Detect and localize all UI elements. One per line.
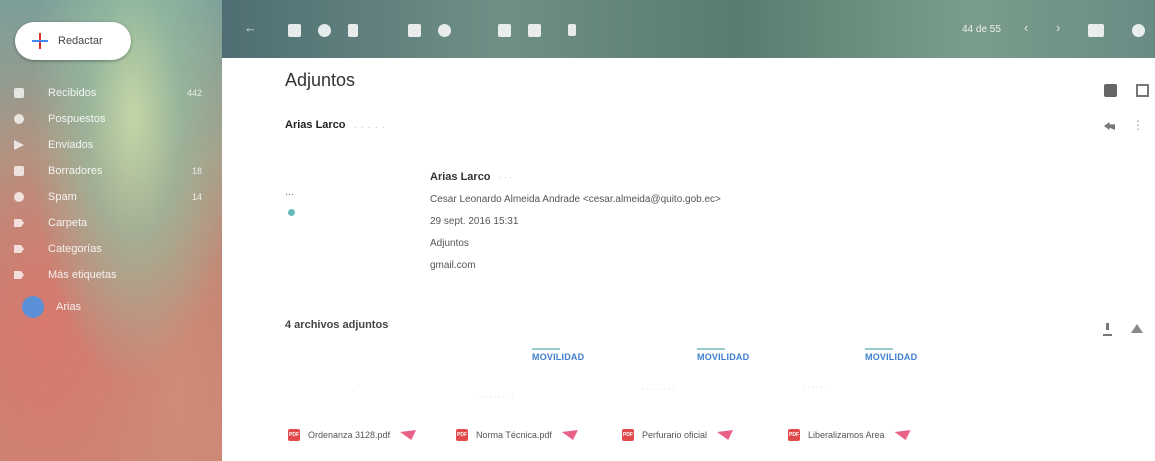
reply-icon[interactable] [1104,122,1115,130]
account-item[interactable]: Arias [0,294,222,320]
unread-count: 442 [186,88,202,98]
sidebar-item-label: Categorías [48,243,102,255]
input-tools-icon[interactable] [1088,24,1104,37]
sidebar: Redactar Recibidos 442 Pospuestos Enviad… [0,0,222,461]
delete-icon[interactable] [348,24,358,37]
open-new-window-icon[interactable] [1136,84,1149,97]
forwarded-sender: Arias Larco [430,171,491,183]
attachment-file[interactable]: PDF Ordenanza 3128.pdf [288,424,417,446]
sidebar-item-label: Pospuestos [48,113,106,125]
clock-icon [14,114,24,124]
forwarded-subject: Adjuntos [430,238,469,249]
drafts-count: 18 [191,166,202,176]
report-spam-icon[interactable] [318,24,331,37]
avatar [22,296,44,318]
snooze-icon[interactable] [438,24,451,37]
sidebar-item-label: Carpeta [48,217,88,229]
pdf-icon: PDF [456,429,468,441]
save-to-drive-icon[interactable] [1131,324,1143,333]
forwarded-sender-meta: · · · [499,173,512,182]
tag-icon [14,245,24,253]
sender-name[interactable]: Arias Larco [285,119,346,131]
sidebar-item-spam[interactable]: Spam 14 [0,184,222,210]
thumb-caption: · · · · · · · · [642,386,675,393]
download-all-icon[interactable] [1103,323,1112,336]
attachment-thumbnail[interactable]: MOVILIDAD · · · · · · · · · [452,338,612,433]
file-corner-icon [561,430,578,440]
sidebar-item-categories[interactable]: Categorías [0,236,222,262]
add-task-icon[interactable] [498,24,511,37]
forwarded-date: 29 sept. 2016 15:31 [430,216,519,227]
sidebar-item-more[interactable]: Más etiquetas [0,262,222,288]
attachment-thumbnail[interactable]: MOVILIDAD · · · · · · · · [622,338,782,433]
sidebar-item-inbox[interactable]: Recibidos 442 [0,80,222,106]
newer-icon[interactable]: ‹ [1024,20,1028,35]
attachment-thumbnail[interactable]: MOVILIDAD · · · · · · [787,338,947,433]
pdf-icon: PDF [288,429,300,441]
thumb-caption: · · · · · · [803,384,827,391]
print-icon[interactable] [1104,84,1117,97]
email-subject: Adjuntos [285,70,356,90]
plus-icon [32,33,48,49]
thumb-caption: · [357,382,360,389]
attachments-count: 4 archivos adjuntos [285,319,389,331]
send-icon [14,140,24,150]
sidebar-item-label: Spam [48,191,77,203]
attachment-file[interactable]: PDF Liberalizamos Area [788,424,911,446]
sidebar-item-label: Más etiquetas [48,269,117,281]
spam-count: 14 [191,192,202,202]
thumb-brand: MOVILIDAD [697,348,750,362]
compose-button[interactable]: Redactar [15,22,131,60]
file-corner-icon [400,430,417,440]
show-trimmed-content[interactable]: ... [285,186,294,198]
thumb-brand: MOVILIDAD [865,348,918,362]
compose-label: Redactar [58,35,103,47]
inbox-icon [14,88,24,98]
sidebar-item-folder[interactable]: Carpeta [0,210,222,236]
file-name: Liberalizamos Area [808,430,885,440]
file-name: Norma Técnica.pdf [476,430,552,440]
draft-icon [14,166,24,176]
tag-icon [14,271,24,279]
thumb-brand: MOVILIDAD [532,348,585,362]
attachment-thumbnail[interactable]: · [285,338,445,433]
attachment-file[interactable]: PDF Perfurario oficial [622,424,734,446]
forwarded-message: Arias Larco · · · Cesar Leonardo Almeida… [430,166,721,277]
pdf-icon: PDF [622,429,634,441]
nav-list: Recibidos 442 Pospuestos Enviados Borrad… [0,80,222,320]
sender-meta: . . . . . [354,120,386,130]
pdf-icon: PDF [788,429,800,441]
thumb-caption: · · · · · · · · · [477,394,514,401]
forwarded-to: Cesar Leonardo Almeida Andrade <cesar.al… [430,194,721,205]
more-options-icon[interactable] [568,24,576,36]
sidebar-item-sent[interactable]: Enviados [0,132,222,158]
sidebar-item-drafts[interactable]: Borradores 18 [0,158,222,184]
back-icon[interactable]: ← [244,20,257,35]
tag-icon [14,219,24,227]
pager-text: 44 de 55 [962,24,1001,35]
sidebar-item-label: Borradores [48,165,103,177]
spam-icon [14,192,24,202]
gear-icon[interactable] [1132,24,1145,37]
sidebar-item-label: Enviados [48,139,94,151]
toolbar: ← 44 de 55 ‹ › [222,0,1155,58]
move-to-icon[interactable] [528,24,541,37]
message-view: Adjuntos Arias Larco . . . . . ⋮ ... Ari… [222,58,1155,461]
forwarded-extra: gmail.com [430,260,476,271]
file-name: Ordenanza 3128.pdf [308,430,391,440]
file-corner-icon [894,430,911,440]
older-icon[interactable]: › [1056,20,1060,35]
attachment-file[interactable]: PDF Norma Técnica.pdf [456,424,578,446]
mark-unread-icon[interactable] [408,24,421,37]
sidebar-item-snoozed[interactable]: Pospuestos [0,106,222,132]
file-name: Perfurario oficial [642,430,708,440]
file-corner-icon [717,430,734,440]
account-label: Arias [56,301,82,313]
sidebar-item-label: Recibidos [48,87,97,99]
more-vert-icon[interactable]: ⋮ [1132,118,1144,132]
small-avatar [288,209,295,216]
archive-icon[interactable] [288,24,301,37]
